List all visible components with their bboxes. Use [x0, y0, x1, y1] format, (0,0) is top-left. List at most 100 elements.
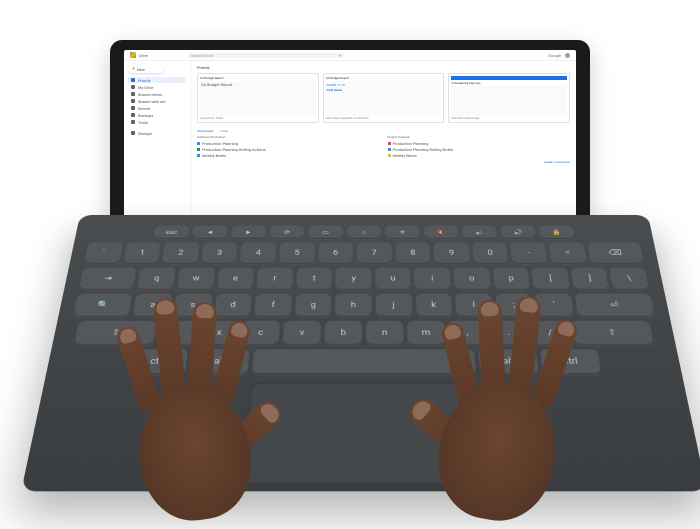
search-input[interactable]: Search Drive ▾: [188, 53, 344, 58]
key[interactable]: 2: [162, 242, 200, 264]
key[interactable]: p: [493, 268, 531, 291]
file-row[interactable]: Weekly Notes: [388, 153, 571, 158]
tab-create[interactable]: Create: [219, 129, 228, 133]
key[interactable]: 3: [201, 242, 238, 264]
key[interactable]: q: [137, 268, 176, 291]
sidebar-item-shared-drives[interactable]: Shared drives: [128, 91, 186, 97]
priority-heading: Priority: [197, 65, 570, 70]
key[interactable]: -: [510, 242, 547, 264]
key[interactable]: =: [549, 242, 587, 264]
sidebar-item-trash[interactable]: Trash: [128, 119, 186, 125]
key-tab[interactable]: ⇥: [79, 268, 137, 291]
sidebar-item-shared-with-me[interactable]: Shared with me: [128, 98, 186, 104]
key-enter[interactable]: ⏎: [575, 294, 655, 318]
key[interactable]: r: [256, 268, 293, 291]
keyboard-row-3: 🔍asdfghjkl;'⏎: [73, 294, 655, 318]
key-lock[interactable]: 🔒: [538, 225, 574, 239]
key[interactable]: \: [610, 268, 650, 291]
file-row[interactable]: Production Planning Rolling Actions: [197, 147, 380, 152]
priority-card[interactable]: Q3 Budget Report Q3 Budget Report Laura …: [197, 73, 319, 123]
key[interactable]: ;: [495, 294, 533, 318]
key[interactable]: f: [254, 294, 291, 318]
new-button[interactable]: + New: [128, 65, 164, 73]
key-mute[interactable]: 🔇: [423, 225, 458, 239]
key[interactable]: v: [283, 321, 321, 346]
keyboard-row-1: `1234567890-=⌫: [84, 242, 644, 264]
key[interactable]: a: [133, 294, 172, 318]
key[interactable]: x: [199, 321, 238, 346]
sidebar-item-backups[interactable]: Backups: [128, 112, 186, 118]
key[interactable]: m: [407, 321, 445, 346]
key-space[interactable]: [252, 349, 476, 375]
sidebar-item-recent[interactable]: Recent: [128, 105, 186, 111]
keyboard[interactable]: esc ◄ ► ⟳ ▭ ☼ ☀ 🔇 🔉 🔊 🔒 `1234567890-=⌫ ⇥…: [21, 215, 700, 491]
key[interactable]: i: [414, 268, 450, 291]
key-brightness-down[interactable]: ☼: [347, 225, 382, 239]
key[interactable]: s: [173, 294, 212, 318]
file-row[interactable]: Production Planning: [197, 141, 380, 146]
key[interactable]: l: [455, 294, 493, 318]
key[interactable]: 6: [318, 242, 353, 264]
key[interactable]: ': [535, 294, 574, 318]
key[interactable]: d: [214, 294, 252, 318]
key-vol-down[interactable]: 🔉: [462, 225, 498, 239]
key-alt[interactable]: alt: [189, 349, 249, 375]
key-back[interactable]: ◄: [192, 225, 228, 239]
key-ctrl[interactable]: ctrl: [127, 349, 188, 375]
key-shift[interactable]: ⇧: [74, 321, 157, 346]
file-row[interactable]: Production Planning Rolling Notes: [388, 147, 571, 152]
key[interactable]: 1: [123, 242, 161, 264]
key[interactable]: e: [217, 268, 254, 291]
sidebar-item-my-drive[interactable]: My Drive: [128, 84, 186, 90]
key[interactable]: 9: [434, 242, 470, 264]
priority-card[interactable]: Q3 Budget Report SLIDES 11-13Final Decks…: [323, 73, 445, 123]
key-esc[interactable]: esc: [153, 225, 189, 239]
key-brightness-up[interactable]: ☀: [385, 225, 420, 239]
key[interactable]: ]: [571, 268, 610, 291]
key[interactable]: n: [366, 321, 403, 346]
sidebar-storage[interactable]: Storage: [128, 130, 186, 136]
priority-card[interactable]: Volunteering Sign-ups Alex Simons edited…: [448, 73, 570, 123]
screen: Drive Search Drive ▾ Google + New Priori…: [124, 50, 576, 218]
chevron-down-icon[interactable]: ▾: [339, 53, 341, 58]
trackpad[interactable]: [244, 382, 484, 482]
key-alt[interactable]: alt: [478, 349, 538, 375]
key[interactable]: j: [376, 294, 412, 318]
key-shift[interactable]: ⇧: [571, 321, 654, 346]
avatar[interactable]: [565, 53, 570, 58]
key-refresh[interactable]: ⟳: [269, 225, 304, 239]
key-backspace[interactable]: ⌫: [587, 242, 644, 264]
sidebar-item-priority[interactable]: Priority: [128, 77, 186, 83]
key-fullscreen[interactable]: ▭: [308, 225, 343, 239]
key[interactable]: c: [241, 321, 280, 346]
file-row[interactable]: Weekly Notes: [197, 153, 380, 158]
key[interactable]: o: [453, 268, 490, 291]
key[interactable]: u: [375, 268, 411, 291]
key[interactable]: b: [324, 321, 361, 346]
key[interactable]: ,: [448, 321, 487, 346]
key[interactable]: y: [336, 268, 371, 291]
key-search[interactable]: 🔍: [73, 294, 132, 318]
key[interactable]: `: [84, 242, 123, 264]
key[interactable]: 5: [279, 242, 315, 264]
drive-logo-icon: [130, 52, 136, 58]
key-ctrl[interactable]: ctrl: [540, 349, 601, 375]
key[interactable]: [: [532, 268, 570, 291]
key[interactable]: z: [158, 321, 198, 346]
key[interactable]: t: [296, 268, 332, 291]
file-row[interactable]: Production Planning: [388, 141, 571, 146]
key[interactable]: h: [335, 294, 371, 318]
key[interactable]: 7: [357, 242, 392, 264]
tab-workspaces[interactable]: Workspaces: [197, 129, 213, 133]
key[interactable]: 0: [472, 242, 509, 264]
key-vol-up[interactable]: 🔊: [500, 225, 536, 239]
key[interactable]: k: [415, 294, 452, 318]
key[interactable]: g: [295, 294, 332, 318]
create-workspace-link[interactable]: Create a workspace: [388, 160, 571, 164]
key[interactable]: 8: [395, 242, 430, 264]
key[interactable]: 4: [240, 242, 276, 264]
key-forward[interactable]: ►: [231, 225, 267, 239]
key[interactable]: /: [530, 321, 570, 346]
key[interactable]: .: [489, 321, 528, 346]
key[interactable]: w: [177, 268, 215, 291]
